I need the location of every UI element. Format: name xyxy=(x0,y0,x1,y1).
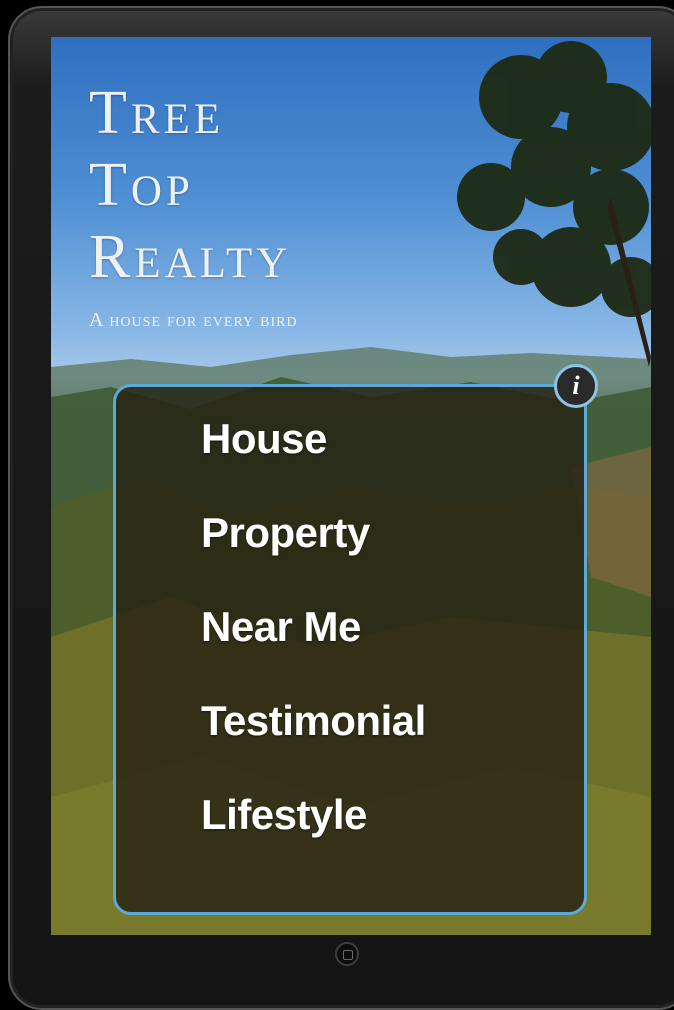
brand-title-line: Realty xyxy=(89,223,292,291)
info-icon: i xyxy=(572,371,580,400)
menu-item-near-me[interactable]: Near Me xyxy=(201,603,426,697)
main-menu-panel: House Property Near Me Testimonial Lifes… xyxy=(113,384,587,915)
menu-item-house[interactable]: House xyxy=(201,415,426,509)
menu-item-property[interactable]: Property xyxy=(201,509,426,603)
brand-title-line: Tree xyxy=(89,79,225,147)
brand-title-line: Top xyxy=(89,151,194,219)
app-screen: Tree Top Realty A house for every bird H… xyxy=(51,37,651,935)
main-menu: House Property Near Me Testimonial Lifes… xyxy=(201,415,426,885)
brand-title: Tree Top Realty xyxy=(89,77,291,293)
home-square-icon xyxy=(343,950,353,960)
info-button[interactable]: i xyxy=(554,364,598,408)
home-button-icon[interactable] xyxy=(335,942,359,966)
menu-item-testimonial[interactable]: Testimonial xyxy=(201,697,426,791)
menu-item-lifestyle[interactable]: Lifestyle xyxy=(201,791,426,885)
brand-tagline: A house for every bird xyxy=(89,309,298,331)
